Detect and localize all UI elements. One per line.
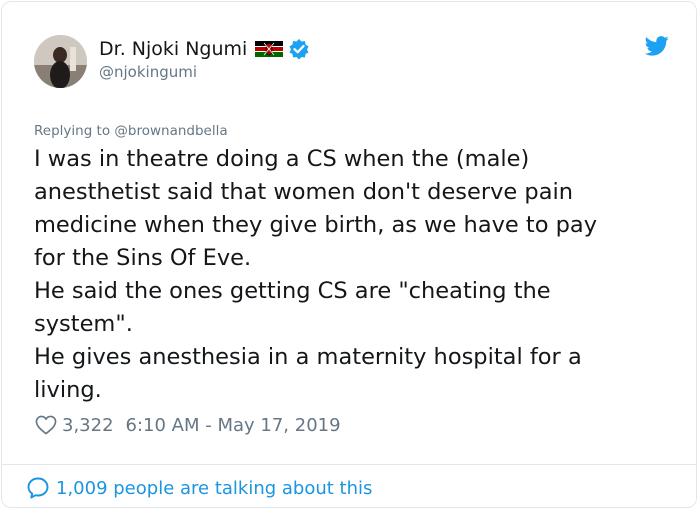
kenya-flag-icon <box>255 41 284 57</box>
divider <box>2 464 696 465</box>
tweet-line: I was in theatre doing a CS when the (ma… <box>34 146 530 172</box>
tweet-line: for the Sins Of Eve. <box>34 245 252 271</box>
tweet-line: system". <box>34 311 133 337</box>
tweet-line: medicine when they give birth, as we hav… <box>34 212 598 238</box>
avatar[interactable] <box>34 35 87 88</box>
tweet-text: I was in theatre doing a CS when the (ma… <box>34 143 674 407</box>
author-row: Dr. Njoki Ngumi <box>99 36 310 62</box>
tweet-card: Dr. Njoki Ngumi @njokingumi Replying to … <box>1 1 697 508</box>
tweet-line: He gives anesthesia in a maternity hospi… <box>34 344 582 370</box>
speech-bubble-icon <box>26 476 50 500</box>
talking-about-link[interactable]: 1,009 people are talking about this <box>26 476 372 500</box>
twitter-bird-icon[interactable] <box>644 35 669 57</box>
verified-badge-icon <box>288 38 310 60</box>
timestamp[interactable]: 6:10 AM - May 17, 2019 <box>126 415 341 436</box>
like-count[interactable]: 3,322 <box>62 415 114 436</box>
author-handle[interactable]: @njokingumi <box>99 63 197 81</box>
tweet-line: anesthetist said that women don't deserv… <box>34 179 573 205</box>
replying-to[interactable]: Replying to @brownandbella <box>34 123 228 139</box>
heart-icon[interactable] <box>35 415 57 435</box>
author-name[interactable]: Dr. Njoki Ngumi <box>99 38 247 60</box>
tweet-line: living. <box>34 377 102 403</box>
talking-about-text[interactable]: 1,009 people are talking about this <box>56 478 372 499</box>
tweet-line: He said the ones getting CS are "cheatin… <box>34 278 551 304</box>
tweet-meta: 3,322 6:10 AM - May 17, 2019 <box>35 413 341 437</box>
avatar-image <box>34 35 87 88</box>
